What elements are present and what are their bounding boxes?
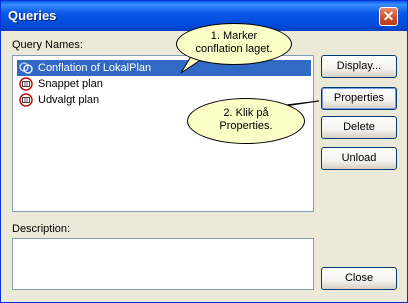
callout-step-1: 1. Marker conflation laget.	[176, 23, 292, 65]
callout-step-2-line1: 2. Klik på	[223, 107, 269, 119]
queries-dialog: Queries ✕ Query Names: Conflation of Lok…	[0, 0, 408, 303]
callout-step-2-line2: Properties.	[219, 120, 273, 132]
callout-step-2: 2. Klik på Properties.	[187, 98, 305, 144]
callout-step-1-line1: 1. Marker	[210, 30, 258, 42]
callout-step-1-line2: conflation laget.	[195, 43, 273, 55]
